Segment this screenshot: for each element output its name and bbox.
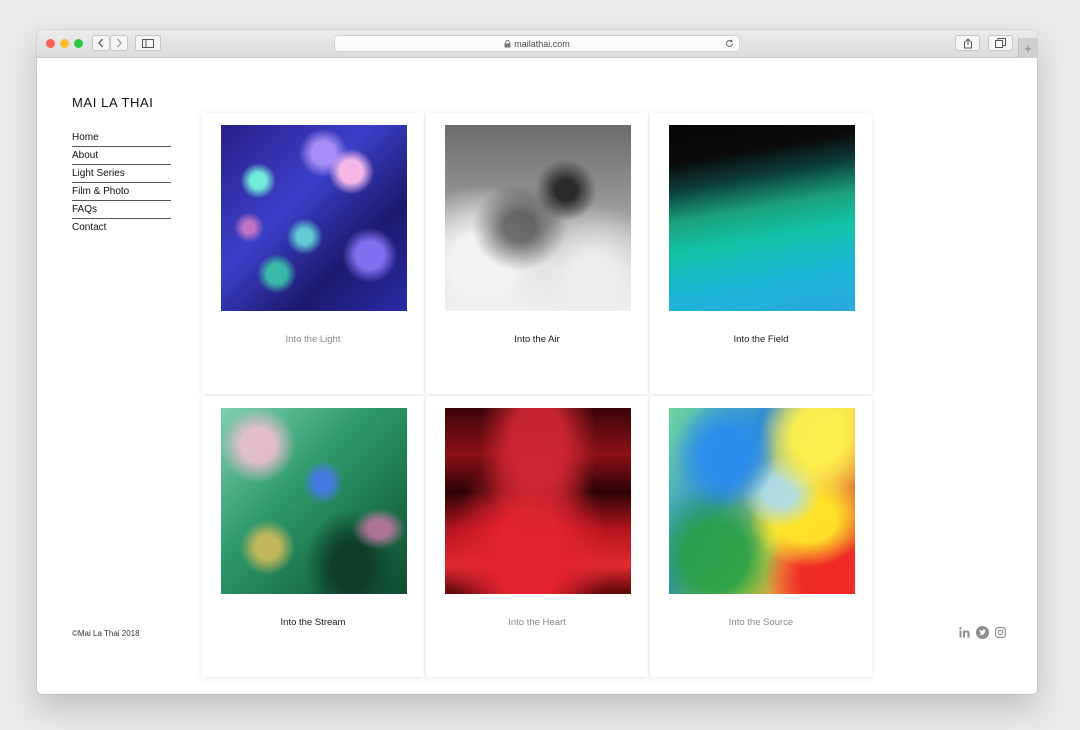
chevron-right-icon [117,38,122,48]
reload-icon[interactable] [725,39,734,48]
plus-icon: + [1024,40,1032,56]
forward-button[interactable] [110,35,128,51]
nav-item-faqs[interactable]: FAQs [72,201,171,219]
gallery-card[interactable]: Into the Heart [426,396,648,677]
lock-icon [504,39,511,47]
nav-item-film-photo[interactable]: Film & Photo [72,183,171,201]
back-button[interactable] [92,35,110,51]
address-bar[interactable]: mailathai.com [334,35,740,52]
site-title[interactable]: MAI LA THAI [72,95,154,110]
new-tab-button[interactable]: + [1018,38,1037,58]
twitter-icon[interactable] [976,626,989,639]
nav-item-about[interactable]: About [72,147,171,165]
gallery-image[interactable] [445,125,631,311]
gallery-card[interactable]: Into the Light [202,113,424,394]
gallery-card[interactable]: Into the Air [426,113,648,394]
gallery-card[interactable]: Into the Source [650,396,872,677]
gallery-caption[interactable]: Into the Source [650,617,872,628]
main-nav: Home About Light Series Film & Photo FAQ… [72,129,171,236]
minimize-window-button[interactable] [60,39,69,48]
gallery-caption[interactable]: Into the Heart [426,617,648,628]
tabs-button[interactable] [988,35,1013,51]
copyright-text: ©Mai La Thai 2018 [72,629,140,638]
url-text: mailathai.com [514,38,570,49]
browser-window: mailathai.com + MAI LA THAI Home About L… [37,30,1037,694]
tabs-icon [995,38,1006,48]
gallery-caption[interactable]: Into the Air [426,334,648,345]
close-window-button[interactable] [46,39,55,48]
sidebar-toggle-button[interactable] [135,35,161,51]
gallery-caption[interactable]: Into the Light [202,334,424,345]
nav-item-contact[interactable]: Contact [72,219,171,236]
browser-toolbar: mailathai.com + [37,30,1037,58]
gallery-image[interactable] [221,408,407,594]
gallery-image[interactable] [669,125,855,311]
gallery-image[interactable] [445,408,631,594]
instagram-icon[interactable] [995,627,1006,638]
web-page: MAI LA THAI Home About Light Series Film… [37,58,1037,694]
nav-item-light-series[interactable]: Light Series [72,165,171,183]
chevron-left-icon [98,38,103,48]
linkedin-icon[interactable] [959,627,970,638]
sidebar-icon [142,38,154,48]
share-icon [963,37,972,48]
zoom-window-button[interactable] [74,39,83,48]
social-links [959,626,1006,639]
share-button[interactable] [955,35,980,51]
gallery-image[interactable] [221,125,407,311]
gallery-image[interactable] [669,408,855,594]
gallery-card[interactable]: Into the Stream [202,396,424,677]
gallery-grid: Into the Light Into the Air Into the Fie… [202,113,873,677]
gallery-caption[interactable]: Into the Stream [202,617,424,628]
gallery-caption[interactable]: Into the Field [650,334,872,345]
gallery-card[interactable]: Into the Field [650,113,872,394]
nav-item-home[interactable]: Home [72,129,171,147]
